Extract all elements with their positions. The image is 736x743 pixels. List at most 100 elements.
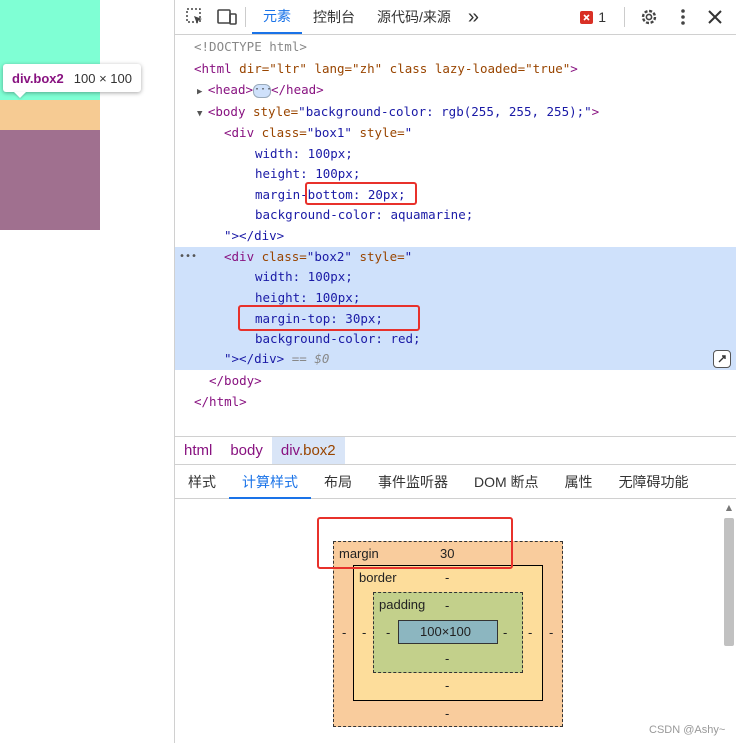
head-open: <head> (207, 82, 253, 97)
box1-tag: <div (224, 125, 255, 140)
devtools-toolbar: 元素 控制台 源代码/来源 » 1 (175, 0, 736, 35)
html-close-line[interactable]: </html> (194, 392, 247, 412)
doctype-text: <!DOCTYPE html> (194, 39, 307, 54)
border-bottom-value[interactable]: - (445, 678, 449, 693)
box1-attr-style: style= (351, 125, 405, 140)
body-open-line[interactable]: ▼ <body style="background-color: rgb(255… (197, 102, 599, 122)
tab-computed[interactable]: 计算样式 (229, 465, 311, 499)
padding-right-value[interactable]: - (503, 625, 507, 640)
box1-open-line[interactable]: <div class="box1" style=" (224, 123, 412, 143)
box1-class-value: "box1" (306, 125, 352, 140)
body-close-line[interactable]: </body> (209, 371, 262, 391)
devtools-panel: 元素 控制台 源代码/来源 » 1 <!DOCTYPE html> <html … (174, 0, 736, 743)
box1-prop: width: 100px; (255, 146, 353, 161)
breadcrumb-div-box2[interactable]: div.box2 (271, 437, 345, 464)
error-icon (580, 10, 594, 24)
tab-styles[interactable]: 样式 (175, 465, 229, 499)
box1-attr-class: class= (254, 125, 307, 140)
annotation-red-box-margin-top (238, 305, 420, 331)
box2-prop: background-color: red; (255, 331, 421, 346)
box2-open-line[interactable]: <div class="box2" style=" (224, 247, 412, 267)
box2-attr-class: class= (254, 249, 307, 264)
body-attr-value: "background-color: rgb(255, 255, 255);" (298, 104, 592, 119)
selected-marker: == $0 (284, 351, 330, 366)
box1-prop: height: 100px; (255, 166, 361, 181)
html-tag-end: > (570, 61, 578, 76)
box2-element (0, 130, 100, 230)
box2-class-value: "box2" (306, 249, 352, 264)
tab-sources[interactable]: 源代码/来源 (366, 0, 462, 34)
inspect-tooltip: div.box2 100 × 100 (3, 64, 141, 92)
tab-elements[interactable]: 元素 (252, 0, 302, 34)
annotation-red-box-margin (317, 517, 513, 569)
html-attrs: dir="ltr" lang="zh" class lazy-loaded="t… (231, 61, 571, 76)
content-size-value[interactable]: 100×100 (420, 624, 471, 639)
annotation-red-box-margin-bottom (305, 182, 417, 205)
collapse-triangle-icon[interactable]: ▼ (197, 109, 208, 119)
row-dots[interactable]: ••• (179, 247, 197, 267)
box1-close-line[interactable]: "></div> (224, 226, 284, 246)
box1-prop: background-color: aquamarine; (255, 207, 474, 222)
tab-layout[interactable]: 布局 (311, 465, 365, 499)
box2-prop: width: 100px; (255, 269, 353, 284)
breadcrumb: html body div.box2 (175, 436, 736, 465)
error-counter[interactable]: 1 (580, 5, 606, 29)
tab-dom-breakpoints[interactable]: DOM 断点 (461, 465, 552, 499)
breadcrumb-class: .box2 (298, 442, 336, 459)
box2-attr-style: style= (351, 249, 405, 264)
expand-edit-icon[interactable] (713, 350, 731, 368)
collapsed-ellipsis-icon[interactable]: ··· (253, 83, 272, 98)
body-tag: <body (207, 104, 246, 119)
toolbar-separator (245, 7, 246, 27)
tab-properties[interactable]: 属性 (552, 465, 606, 499)
box2-close-tag: "></div> (224, 351, 285, 366)
error-count: 1 (598, 9, 606, 25)
tab-accessibility[interactable]: 无障碍功能 (606, 465, 702, 499)
page-preview: div.box2 100 × 100 (0, 0, 174, 743)
inspect-element-icon[interactable] (183, 5, 207, 29)
box2-margin-highlight (0, 100, 100, 130)
device-toolbar-icon[interactable] (215, 5, 239, 29)
body-tag-end: > (591, 104, 600, 119)
margin-left-value[interactable]: - (342, 625, 346, 640)
expand-triangle-icon[interactable]: ▶ (197, 87, 208, 97)
more-tabs-button[interactable]: » (462, 0, 485, 34)
watermark: CSDN @Ashy~ (649, 724, 726, 736)
box2-tag: <div (224, 249, 255, 264)
scrollbar-thumb[interactable] (724, 518, 734, 646)
more-options-icon[interactable] (671, 5, 695, 29)
padding-label: padding (379, 597, 426, 612)
tooltip-dimensions: 100 × 100 (73, 70, 132, 86)
settings-gear-icon[interactable] (637, 5, 661, 29)
border-top-value[interactable]: - (445, 570, 449, 585)
border-right-value[interactable]: - (528, 625, 532, 640)
head-close: </head> (271, 82, 324, 97)
tab-event-listeners[interactable]: 事件监听器 (365, 465, 461, 499)
margin-bottom-value[interactable]: - (445, 706, 449, 721)
box2-style-quote: " (404, 249, 413, 264)
scrollbar[interactable] (724, 516, 734, 743)
box2-close-line[interactable]: "></div> == $0 (224, 349, 329, 369)
head-line[interactable]: ▶ <head>···</head> (197, 80, 324, 100)
padding-bottom-value[interactable]: - (445, 651, 449, 666)
tab-console[interactable]: 控制台 (302, 0, 366, 34)
tooltip-arrow (14, 92, 26, 98)
padding-top-value[interactable]: - (445, 598, 449, 613)
breadcrumb-html[interactable]: html (175, 437, 221, 464)
html-open-line[interactable]: <html dir="ltr" lang="zh" class lazy-loa… (194, 59, 578, 79)
border-left-value[interactable]: - (362, 625, 366, 640)
sidebar-tabs: 样式 计算样式 布局 事件监听器 DOM 断点 属性 无障碍功能 (175, 465, 736, 499)
box1-style-quote: " (404, 125, 413, 140)
doctype-line: <!DOCTYPE html> (194, 37, 307, 57)
margin-right-value[interactable]: - (549, 625, 553, 640)
breadcrumb-tag: div (280, 442, 299, 459)
body-attr: style= (245, 104, 299, 119)
toolbar-separator (624, 7, 625, 27)
close-icon[interactable] (703, 5, 727, 29)
tooltip-tag: div.box2 (12, 70, 64, 86)
breadcrumb-body[interactable]: body (221, 437, 272, 464)
scroll-up-arrow-icon[interactable]: ▲ (724, 503, 734, 513)
padding-left-value[interactable]: - (386, 625, 390, 640)
border-label: border (359, 570, 397, 585)
html-tag: <html (194, 61, 232, 76)
